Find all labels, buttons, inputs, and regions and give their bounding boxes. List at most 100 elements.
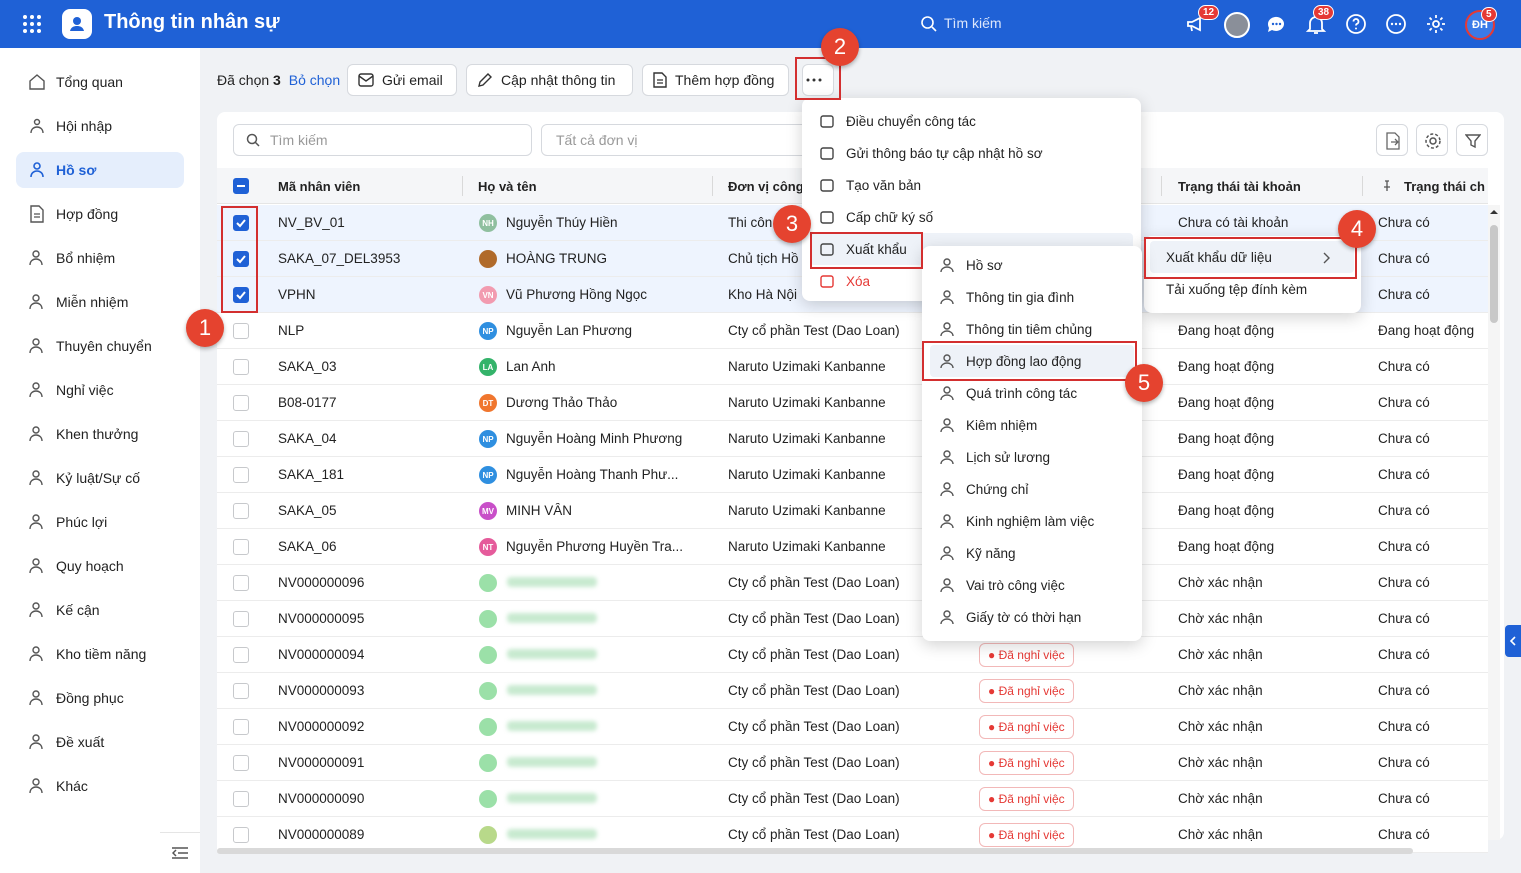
table-row[interactable]: NV000000091 Cty cổ phần Test (Dao Loan) ● … — [217, 745, 1488, 781]
table-row[interactable]: NV000000090 Cty cổ phần Test (Dao Loan) ● … — [217, 781, 1488, 817]
cell-full-name[interactable]: Nguyễn Hoàng Minh Phương — [506, 431, 706, 446]
chat-icon[interactable] — [1264, 12, 1288, 36]
sidebar-item-9[interactable]: Kỷ luật/Sự cố — [16, 460, 184, 496]
cell-full-name[interactable]: Nguyễn Lan Phương — [506, 323, 706, 338]
cell-full-name[interactable]: Nguyễn Thúy Hiền — [506, 215, 706, 230]
row-checkbox[interactable] — [233, 575, 249, 591]
data-type-item-0[interactable]: Hồ sơ — [938, 249, 1003, 281]
row-checkbox[interactable] — [233, 503, 249, 519]
unit-filter-select[interactable]: Tất cả đơn vị — [541, 124, 811, 156]
col-status-2[interactable]: Trạng thái ch — [1404, 179, 1485, 194]
table-row[interactable]: NV000000094 Cty cổ phần Test (Dao Loan) ● … — [217, 637, 1488, 673]
help-icon[interactable] — [1344, 12, 1368, 36]
table-row[interactable]: NV000000093 Cty cổ phần Test (Dao Loan) ● … — [217, 673, 1488, 709]
data-type-item-1[interactable]: Thông tin gia đình — [938, 281, 1074, 313]
pin-icon[interactable] — [1382, 180, 1392, 192]
more-circle-icon[interactable] — [1384, 12, 1408, 36]
send-email-button[interactable]: Gửi email — [347, 64, 457, 96]
update-info-button[interactable]: Cập nhật thông tin — [466, 64, 633, 96]
row-checkbox[interactable] — [233, 755, 249, 771]
col-account-status[interactable]: Trạng thái tài khoản — [1178, 179, 1301, 194]
row-checkbox[interactable] — [233, 323, 249, 339]
data-type-item-9[interactable]: Kỹ năng — [938, 537, 1016, 569]
row-checkbox[interactable] — [233, 359, 249, 375]
col-employee-id[interactable]: Mã nhân viên — [278, 179, 360, 194]
filter-button[interactable] — [1456, 124, 1488, 156]
data-type-item-10[interactable]: Vai trò công việc — [938, 569, 1065, 601]
table-row[interactable]: SAKA_04 NP Nguyễn Hoàng Minh Phương Naruto … — [217, 421, 1488, 457]
menu-item-bell[interactable]: Gửi thông báo tự cập nhật hồ sơ — [818, 137, 1043, 169]
row-checkbox[interactable] — [233, 719, 249, 735]
menu-item-file[interactable]: Tạo văn bản — [818, 169, 921, 201]
menu-item-trash[interactable]: Xóa — [818, 265, 870, 297]
table-row[interactable]: B08-0177 DT Dương Thảo Thảo Naruto Uzimaki … — [217, 385, 1488, 421]
col-full-name[interactable]: Họ và tên — [478, 179, 537, 194]
sidebar-item-10[interactable]: Phúc lợi — [16, 504, 184, 540]
row-checkbox[interactable] — [233, 791, 249, 807]
data-type-item-5[interactable]: Kiêm nhiệm — [938, 409, 1037, 441]
cell-full-name[interactable]: Vũ Phương Hồng Ngọc — [506, 287, 706, 302]
cell-full-name[interactable]: Nguyễn Phương Huyền Tra... — [506, 539, 706, 554]
collapse-sidebar-button[interactable] — [160, 832, 200, 872]
data-type-item-4[interactable]: Quá trình công tác — [938, 377, 1077, 409]
cell-full-name[interactable]: MINH VÂN — [506, 503, 706, 518]
sidebar-item-4[interactable]: Bổ nhiệm — [16, 240, 184, 276]
row-checkbox[interactable] — [233, 467, 249, 483]
col-unit[interactable]: Đơn vị công — [728, 179, 804, 194]
sidebar-item-14[interactable]: Đồng phục — [16, 680, 184, 716]
row-checkbox[interactable] — [233, 395, 249, 411]
sidebar-item-5[interactable]: Miễn nhiệm — [16, 284, 184, 320]
row-checkbox[interactable] — [233, 827, 249, 843]
sidebar-item-6[interactable]: Thuyên chuyển — [16, 328, 184, 364]
sidebar-item-12[interactable]: Kế cận — [16, 592, 184, 628]
sidebar-item-8[interactable]: Khen thưởng — [16, 416, 184, 452]
vertical-scrollbar-thumb[interactable] — [1490, 225, 1498, 323]
table-search-input[interactable]: Tìm kiếm — [233, 124, 532, 156]
cell-full-name[interactable]: Dương Thảo Thảo — [506, 395, 706, 410]
row-checkbox[interactable] — [233, 539, 249, 555]
sidebar-item-3[interactable]: Hợp đồng — [16, 196, 184, 232]
sidebar-item-13[interactable]: Kho tiềm năng — [16, 636, 184, 672]
apps-grid-icon[interactable] — [22, 14, 42, 34]
deselect-link[interactable]: Bỏ chọn — [289, 72, 340, 88]
data-type-item-11[interactable]: Giấy tờ có thời hạn — [938, 601, 1081, 633]
select-all-checkbox[interactable] — [233, 178, 249, 194]
cell-full-name[interactable]: HOÀNG TRUNG — [506, 251, 706, 266]
scroll-up-arrow-icon[interactable] — [1488, 208, 1500, 216]
row-checkbox[interactable] — [233, 683, 249, 699]
global-search[interactable]: Tìm kiếm — [944, 15, 1002, 31]
horizontal-scrollbar[interactable] — [217, 848, 1413, 854]
side-panel-toggle[interactable] — [1505, 625, 1521, 657]
sidebar-item-2[interactable]: Hồ sơ — [16, 152, 184, 188]
user-photo-avatar[interactable] — [1224, 12, 1250, 38]
data-type-item-7[interactable]: Chứng chỉ — [938, 473, 1028, 505]
table-row[interactable]: SAKA_05 MV MINH VÂN Naruto Uzimaki Kanbanne… — [217, 493, 1488, 529]
table-row[interactable]: SAKA_06 NT Nguyễn Phương Huyền Tra... Narut… — [217, 529, 1488, 565]
table-row[interactable]: SAKA_03 LA Lan Anh Naruto Uzimaki Kanbanne Đ… — [217, 349, 1488, 385]
table-row[interactable]: SAKA_181 NP Nguyễn Hoàng Thanh Phư... Narut… — [217, 457, 1488, 493]
add-contract-button[interactable]: Thêm hợp đồng — [642, 64, 789, 96]
sidebar-item-1[interactable]: Hội nhập — [16, 108, 184, 144]
cell-status-2: Chưa có — [1378, 827, 1430, 842]
sidebar-item-15[interactable]: Đề xuất — [16, 724, 184, 760]
row-checkbox[interactable] — [233, 647, 249, 663]
table-row[interactable]: NLP NP Nguyễn Lan Phương Cty cổ phần Test (… — [217, 313, 1488, 349]
menu-item-signature[interactable]: Cấp chữ ký số — [818, 201, 933, 233]
export-file-button[interactable] — [1376, 124, 1408, 156]
sidebar-item-7[interactable]: Nghỉ việc — [16, 372, 184, 408]
table-row[interactable]: NV000000096 Cty cổ phần Test (Dao Loan) Ch… — [217, 565, 1488, 601]
settings-gear-icon[interactable] — [1424, 12, 1448, 36]
row-checkbox[interactable] — [233, 431, 249, 447]
cell-full-name[interactable]: Lan Anh — [506, 359, 706, 374]
table-settings-button[interactable] — [1416, 124, 1448, 156]
table-row[interactable]: NV000000095 Cty cổ phần Test (Dao Loan) Ch… — [217, 601, 1488, 637]
row-checkbox[interactable] — [233, 611, 249, 627]
data-type-item-8[interactable]: Kinh nghiệm làm việc — [938, 505, 1094, 537]
table-row[interactable]: NV000000092 Cty cổ phần Test (Dao Loan) ● … — [217, 709, 1488, 745]
menu-item-briefcase[interactable]: Điều chuyển công tác — [818, 105, 976, 137]
sidebar-item-16[interactable]: Khác — [16, 768, 184, 804]
sidebar-item-11[interactable]: Quy hoạch — [16, 548, 184, 584]
cell-full-name[interactable]: Nguyễn Hoàng Thanh Phư... — [506, 467, 706, 482]
data-type-item-6[interactable]: Lịch sử lương — [938, 441, 1050, 473]
sidebar-item-0[interactable]: Tổng quan — [16, 64, 184, 100]
